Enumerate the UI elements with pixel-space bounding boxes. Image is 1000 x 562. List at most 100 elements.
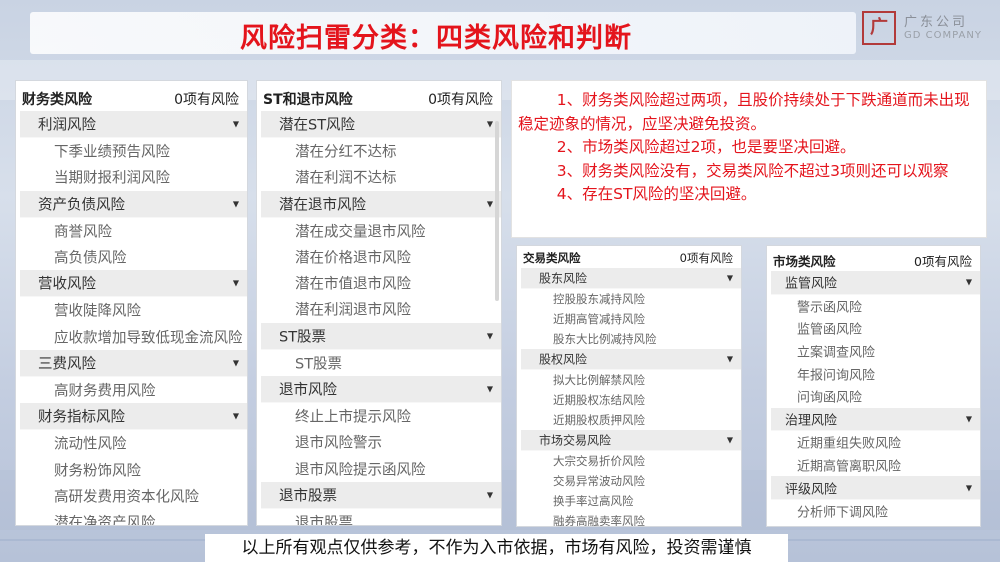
risk-item-row[interactable]: 潜在利润退市风险 [257, 296, 501, 322]
chevron-down-icon[interactable]: ▼ [727, 355, 733, 364]
chevron-down-icon[interactable]: ▼ [966, 414, 972, 423]
chevron-down-icon[interactable]: ▼ [487, 490, 493, 499]
risk-item-row[interactable]: ST股票 [257, 350, 501, 376]
risk-item-row[interactable]: 退市风险提示函风险 [257, 455, 501, 481]
disclaimer: 以上所有观点仅供参考，不作为入市依据，市场有风险，投资需谨慎 [205, 534, 788, 562]
risk-item-row[interactable]: 潜在价格退市风险 [257, 244, 501, 270]
risk-item-label: 下季业绩预告风险 [54, 144, 170, 161]
risk-group-row[interactable]: 营收风险 ▼ [20, 270, 247, 298]
risk-group-row[interactable]: 潜在ST风险 ▼ [261, 111, 501, 139]
risk-group-row[interactable]: 治理风险 ▼ [771, 407, 980, 432]
risk-item-row[interactable]: 大宗交易折价风险 [517, 451, 741, 471]
note-4: 4、存在ST风险的坚决回避。 [556, 185, 757, 203]
company-seal-icon: 广 [862, 11, 896, 45]
risk-item-row[interactable]: 高研发费用资本化风险 [16, 483, 247, 509]
chevron-down-icon[interactable]: ▼ [966, 483, 972, 492]
risk-item-row[interactable]: 商誉风险 [16, 218, 247, 244]
chevron-down-icon[interactable]: ▼ [727, 274, 733, 283]
chevron-down-icon[interactable]: ▼ [966, 278, 972, 287]
risk-item-row[interactable]: 警示函风险 [767, 295, 980, 318]
risk-group-row[interactable]: 监管风险 ▼ [771, 271, 980, 295]
trading-risk-panel: 交易类风险 0项有风险 股东风险 ▼ 控股股东减持风险 近期高管减持风险 股东大比例减持风险… [516, 245, 742, 527]
chevron-down-icon[interactable]: ▼ [487, 120, 493, 129]
chevron-down-icon[interactable]: ▼ [727, 436, 733, 445]
risk-item-label: 高负债风险 [54, 250, 127, 267]
panel-title: 市场类风险 [773, 254, 836, 269]
risk-group-row[interactable]: 利润风险 ▼ [20, 111, 247, 139]
risk-group-row[interactable]: 潜在退市风险 ▼ [261, 190, 501, 218]
risk-group-row[interactable]: 股权风险 ▼ [521, 349, 741, 370]
risk-item-row[interactable]: 换手率过高风险 [517, 491, 741, 511]
chevron-down-icon[interactable]: ▼ [487, 384, 493, 393]
chevron-down-icon[interactable]: ▼ [233, 279, 239, 288]
risk-item-row[interactable]: 财务粉饰风险 [16, 456, 247, 482]
risk-item-label: 换手率过高风险 [553, 494, 634, 508]
risk-item-row[interactable]: 下季业绩预告风险 [16, 138, 247, 164]
risk-group-row[interactable]: 财务指标风险 ▼ [20, 403, 247, 431]
risk-item-label: 分析师下调风险 [797, 505, 889, 521]
risk-group-label: 利润风险 [38, 117, 96, 134]
risk-group-row[interactable]: ST股票 ▼ [261, 322, 501, 350]
chevron-down-icon[interactable]: ▼ [233, 358, 239, 367]
risk-group-row[interactable]: 评级风险 ▼ [771, 476, 980, 500]
risk-group-row[interactable]: 股东风险 ▼ [521, 268, 741, 289]
risk-item-label: 潜在净资产风险 [54, 515, 156, 526]
risk-item-row[interactable]: 分析师下调风险 [767, 500, 980, 523]
risk-item-label: 问询函风险 [797, 390, 863, 406]
risk-item-row[interactable]: 问询函风险 [767, 385, 980, 408]
risk-item-row[interactable]: 应收款增加导致低现金流风险 [16, 324, 247, 350]
risk-item-row[interactable]: 当期财报利润风险 [16, 164, 247, 190]
risk-group-row[interactable]: 退市风险 ▼ [261, 375, 501, 404]
risk-item-label: 高研发费用资本化风险 [54, 489, 199, 506]
risk-group-label: 财务指标风险 [38, 409, 125, 426]
risk-item-row[interactable]: 近期高管离职风险 [767, 454, 980, 477]
panel-title: 财务类风险 [22, 92, 92, 108]
risk-item-row[interactable]: 潜在市值退市风险 [257, 270, 501, 296]
risk-group-row[interactable]: 退市股票 ▼ [261, 481, 501, 509]
risk-item-row[interactable]: 退市风险警示 [257, 429, 501, 455]
risk-group-row[interactable]: 市场交易风险 ▼ [521, 430, 741, 451]
risk-item-label: 终止上市提示风险 [295, 409, 411, 426]
chevron-down-icon[interactable]: ▼ [233, 412, 239, 421]
risk-item-label: 当期财报利润风险 [54, 170, 170, 187]
risk-item-label: 潜在利润退市风险 [295, 302, 411, 319]
risk-item-row[interactable]: 高负债风险 [16, 244, 247, 270]
risk-group-label: 治理风险 [785, 413, 838, 429]
risk-item-row[interactable]: 交易异常波动风险 [517, 471, 741, 491]
risk-item-row[interactable]: 退市股票 [257, 509, 501, 525]
market-risk-panel: 市场类风险 0项有风险 监管风险 ▼ 警示函风险 监管函风险 立案调查风险 年报问询风险 问询函… [766, 245, 981, 527]
risk-item-row[interactable]: 营收陡降风险 [16, 297, 247, 323]
risk-item-row[interactable]: 近期股权质押风险 [517, 410, 741, 430]
risk-group-row[interactable]: 资产负债风险 ▼ [20, 190, 247, 218]
chevron-down-icon[interactable]: ▼ [233, 120, 239, 129]
risk-item-row[interactable]: 融券高融卖率风险 [517, 511, 741, 526]
risk-item-row[interactable]: 近期股权冻结风险 [517, 390, 741, 410]
risk-group-label: 资产负债风险 [38, 197, 125, 214]
chevron-down-icon[interactable]: ▼ [487, 199, 493, 208]
risk-item-row[interactable]: 控股股东减持风险 [517, 289, 741, 309]
risk-item-row[interactable]: 近期重组失败风险 [767, 431, 980, 454]
risk-item-row[interactable]: 潜在成交量退市风险 [257, 218, 501, 244]
risk-count: 0项有风险 [428, 92, 493, 108]
page-title: 风险扫雷分类：四类风险和判断 [240, 23, 632, 54]
risk-item-row[interactable]: 监管函风险 [767, 317, 980, 340]
risk-item-label: 警示函风险 [797, 300, 863, 316]
risk-item-row[interactable]: 拟大比例解禁风险 [517, 370, 741, 390]
risk-item-row[interactable]: 立案调查风险 [767, 340, 980, 363]
chevron-down-icon[interactable]: ▼ [233, 199, 239, 208]
chevron-down-icon[interactable]: ▼ [487, 331, 493, 340]
risk-item-row[interactable]: 终止上市提示风险 [257, 403, 501, 429]
risk-item-row[interactable]: 潜在分红不达标 [257, 138, 501, 164]
risk-item-row[interactable]: 高财务费用风险 [16, 377, 247, 403]
risk-item-label: 近期股权冻结风险 [553, 393, 645, 407]
risk-item-row[interactable]: 股东大比例减持风险 [517, 329, 741, 349]
risk-item-label: 潜在分红不达标 [295, 144, 397, 161]
risk-item-row[interactable]: 潜在净资产风险 [16, 509, 247, 526]
risk-item-row[interactable]: 流动性风险 [16, 430, 247, 456]
panel-scrollbar[interactable] [495, 121, 499, 301]
risk-item-row[interactable]: 潜在利润不达标 [257, 164, 501, 190]
risk-group-label: 股权风险 [539, 352, 588, 367]
risk-item-row[interactable]: 年报问询风险 [767, 362, 980, 385]
risk-item-row[interactable]: 近期高管减持风险 [517, 309, 741, 329]
risk-group-row[interactable]: 三费风险 ▼ [20, 349, 247, 377]
